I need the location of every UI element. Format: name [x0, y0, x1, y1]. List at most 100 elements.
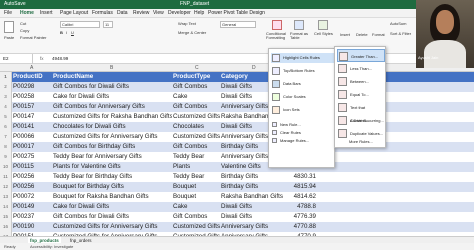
cell-styles-button[interactable]: Cell Styles	[314, 32, 334, 36]
cell-product-name[interactable]: Customized Gifts for Raksha Bandhan Gift…	[52, 112, 172, 122]
cell-product-type[interactable]: Chocolates	[172, 122, 220, 132]
row-number[interactable]: 12	[0, 182, 12, 192]
tab-help[interactable]: Help	[194, 9, 204, 18]
menu-item-clear-rules[interactable]: Clear Rules	[271, 129, 334, 136]
cell-value[interactable]: 4776.39	[288, 212, 318, 222]
cell-product-name[interactable]: Bouquet for Raksha Bandhan Gifts	[52, 192, 172, 202]
cell-product-type[interactable]: Plants	[172, 162, 220, 172]
cell-product-name[interactable]: Plants for Valentine Gifts	[52, 162, 172, 172]
row-number[interactable]: 14	[0, 202, 12, 212]
cell-product-name[interactable]: Bouquet for Birthday Gifts	[52, 182, 172, 192]
column-header-a[interactable]: A	[30, 64, 33, 72]
format-as-table-icon[interactable]	[294, 20, 304, 30]
cell-value[interactable]: 4814.62	[288, 192, 318, 202]
cell-product-id[interactable]: P00256	[12, 182, 52, 192]
cell-product-type[interactable]: Bouquet	[172, 182, 220, 192]
menu-item-icon-sets[interactable]: Icon Sets	[271, 105, 334, 115]
row-number[interactable]: 7	[0, 132, 12, 142]
column-header-b[interactable]: B	[110, 64, 113, 72]
cell-product-type[interactable]: Gift Combos	[172, 102, 220, 112]
row-number[interactable]: 15	[0, 212, 12, 222]
merge-center-button[interactable]: Merge & Center	[178, 30, 206, 35]
cell-product-type[interactable]: Teddy Bear	[172, 152, 220, 162]
name-box[interactable]: E2	[3, 54, 33, 64]
cell-product-name[interactable]: Customized Gifts for Anniversary Gifts	[52, 222, 172, 232]
cell-product-type[interactable]: Gift Combos	[172, 142, 220, 152]
submenu-item-equal-to[interactable]: Equal To...	[337, 88, 385, 101]
submenu-item-greater-than[interactable]: Greater Than...	[337, 49, 385, 62]
cell-product-id[interactable]: P00066	[12, 132, 52, 142]
cell-category[interactable]: Diwali Gifts	[220, 212, 288, 222]
cell-product-type[interactable]: Teddy Bear	[172, 172, 220, 182]
delete-cells-button[interactable]: Delete	[356, 32, 368, 37]
cell-product-id[interactable]: P00115	[12, 162, 52, 172]
cell-product-name[interactable]: Gift Combos for Anniversary Gifts	[52, 102, 172, 112]
submenu-item-between[interactable]: Between...	[337, 75, 385, 88]
cell-product-type[interactable]: Cake	[172, 202, 220, 212]
paste-button[interactable]: Paste	[4, 35, 14, 40]
tab-review[interactable]: Review	[133, 9, 149, 18]
cell-product-name[interactable]: Customized Gifts for Anniversary Gifts	[52, 132, 172, 142]
cell-value[interactable]: 4788.8	[288, 202, 318, 212]
cell-styles-icon[interactable]	[318, 20, 328, 30]
cell-product-type[interactable]: Customized Gifts	[172, 132, 220, 142]
copy-button[interactable]: Copy	[20, 28, 29, 33]
menu-item-top-bottom-rules[interactable]: Top/Bottom Rules	[271, 66, 334, 76]
row-number[interactable]: 5	[0, 112, 12, 122]
paste-icon[interactable]	[4, 21, 14, 33]
row-number[interactable]: 4	[0, 102, 12, 112]
more-rules-link[interactable]: More Rules...	[349, 139, 373, 144]
cell-product-name[interactable]: Teddy Bear for Birthday Gifts	[52, 172, 172, 182]
cell-category[interactable]: Birthday Gifts	[220, 172, 288, 182]
cell-product-type[interactable]: Gift Combos	[172, 212, 220, 222]
cell-product-id[interactable]: P00149	[12, 202, 52, 212]
bold-button[interactable]: B	[60, 30, 63, 35]
number-format-select[interactable]: General	[220, 21, 256, 28]
menu-item-new-rule[interactable]: New Rule...	[271, 121, 334, 128]
tab-insert[interactable]: Insert	[40, 9, 53, 18]
cell-product-type[interactable]: Customized Gifts	[172, 222, 220, 232]
cell-product-id[interactable]: P00147	[12, 112, 52, 122]
conditional-formatting-icon[interactable]	[272, 20, 282, 30]
tab-table-design[interactable]: Table Design	[236, 9, 265, 18]
cell-product-type[interactable]: Gift Combos	[172, 82, 220, 92]
row-number[interactable]: 6	[0, 122, 12, 132]
tab-formulas[interactable]: Formulas	[92, 9, 113, 18]
row-number[interactable]: 1	[0, 72, 12, 82]
cell-category[interactable]: Anniversary Gifts	[220, 222, 288, 232]
menu-item-manage-rules[interactable]: Manage Rules...	[271, 137, 334, 144]
tab-file[interactable]: File	[4, 9, 12, 18]
underline-button[interactable]: U	[71, 30, 74, 35]
italic-button[interactable]: I	[66, 30, 67, 35]
tab-developer[interactable]: Developer	[168, 9, 191, 18]
cell-product-name[interactable]: Chocolates for Diwali Gifts	[52, 122, 172, 132]
formula-input[interactable]: 4948.99	[52, 54, 68, 64]
row-number[interactable]: 8	[0, 142, 12, 152]
cell-product-name[interactable]: Cake for Diwali Gifts	[52, 202, 172, 212]
menu-item-data-bars[interactable]: Data Bars	[271, 79, 334, 89]
cell-product-id[interactable]: P00256	[12, 172, 52, 182]
tab-power-pivot[interactable]: Power Pivot	[208, 9, 235, 18]
cell-product-type[interactable]: Customized Gifts	[172, 112, 220, 122]
cell-value[interactable]: 4815.94	[288, 182, 318, 192]
cell-product-name[interactable]: Gift Combos for Birthday Gifts	[52, 142, 172, 152]
submenu-item-less-than[interactable]: Less Than...	[337, 62, 385, 75]
conditional-formatting-button[interactable]: Conditional Formatting	[266, 32, 290, 40]
cell-value[interactable]: 4770.88	[288, 222, 318, 232]
cell-product-id[interactable]: P00275	[12, 152, 52, 162]
cell-product-type[interactable]: Bouquet	[172, 192, 220, 202]
font-name-select[interactable]: Calibri	[60, 21, 100, 28]
row-number[interactable]: 9	[0, 152, 12, 162]
cell-product-id[interactable]: P00072	[12, 192, 52, 202]
submenu-item-text-contains[interactable]: Text that Contains...	[337, 101, 385, 123]
tab-data[interactable]: Data	[117, 9, 128, 18]
header-product-name[interactable]: ProductName	[52, 72, 172, 82]
cell-product-name[interactable]: Teddy Bear for Anniversary Gifts	[52, 152, 172, 162]
autosave-label[interactable]: AutoSave	[4, 0, 26, 9]
cell-product-id[interactable]: P00237	[12, 212, 52, 222]
header-product-type[interactable]: ProductType	[172, 72, 220, 82]
cell-product-name[interactable]: Cake for Diwali Gifts	[52, 92, 172, 102]
accessibility-status[interactable]: Accessibility: Investigate	[30, 243, 73, 250]
cell-product-name[interactable]: Gift Combos for Diwali Gifts	[52, 212, 172, 222]
row-number[interactable]: 11	[0, 172, 12, 182]
